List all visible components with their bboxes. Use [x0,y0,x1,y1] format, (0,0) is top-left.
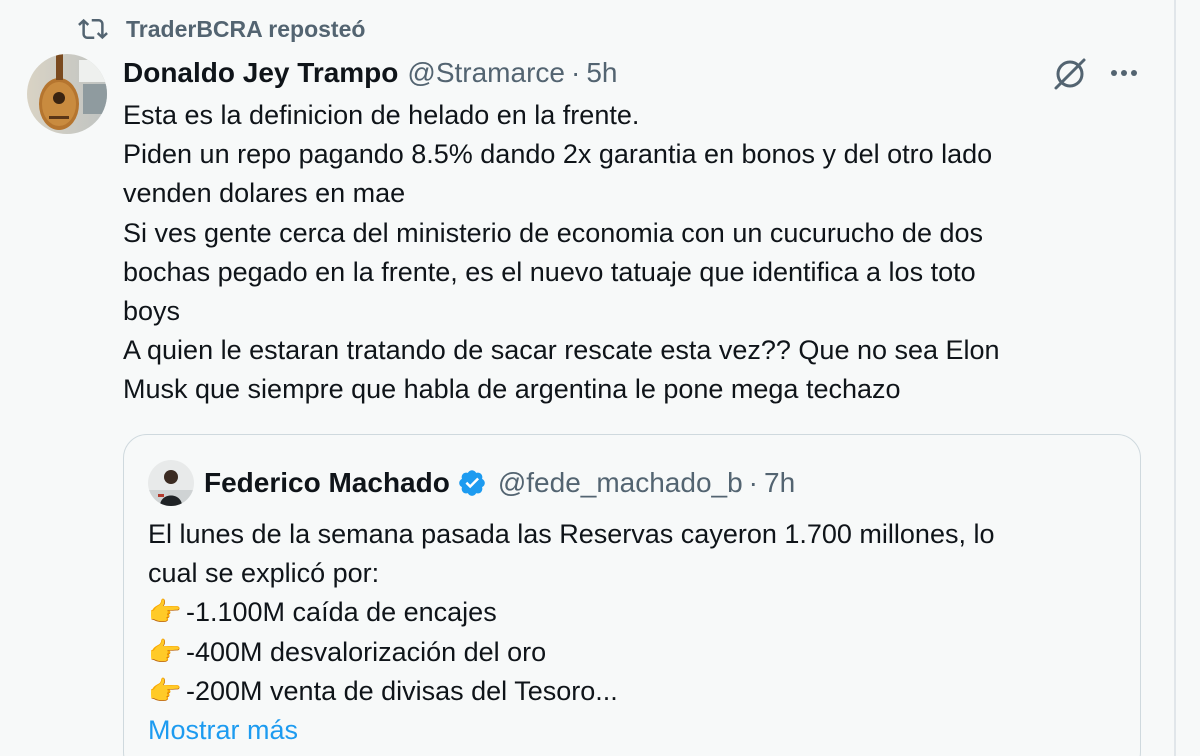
quoted-author-name[interactable]: Federico Machado [204,467,450,499]
verified-badge-icon [459,470,485,496]
quoted-author-handle[interactable]: @fede_machado_b [498,467,743,499]
quoted-tweet-body: El lunes de la semana pasada las Reserva… [148,515,1128,750]
quoted-author-avatar[interactable] [148,460,194,506]
pointing-hand-icon: 👉 [148,597,182,628]
separator-dot: · [570,57,581,88]
more-icon[interactable] [1104,58,1144,88]
tweet-header: Donaldo Jey Trampo @Stramarce · 5h [123,56,617,90]
author-name[interactable]: Donaldo Jey Trampo [123,57,398,89]
grok-icon[interactable] [1050,54,1090,94]
tweet-line: Si ves gente cerca del ministerio de eco… [123,217,983,248]
tweet-frame: TraderBCRA reposteó Donaldo Jey Trampo @… [0,0,1200,756]
tweet-line: boys [123,296,181,327]
repost-icon [78,18,108,40]
tweet-line: Piden un repo pagando 8.5% dando 2x gara… [123,139,993,170]
quoted-tweet-header: Federico Machado @fede_machado_b · 7h [204,466,795,500]
tweet-line: venden dolares en mae [123,178,406,209]
show-more-link[interactable]: Mostrar más [148,711,1128,750]
bullet-text: -400M desvalorización del oro [186,636,547,667]
tweet-line: Musk que siempre que habla de argentina … [123,374,901,405]
tweet-line: bochas pegado en la frente, es el nuevo … [123,256,976,287]
repost-label: TraderBCRA reposteó [126,15,366,42]
separator-dot: · [748,467,758,498]
tweet-line: A quien le estaran tratando de sacar res… [123,335,1000,366]
pointing-hand-icon: 👉 [148,636,182,667]
quoted-tweet-line: El lunes de la semana pasada las Reserva… [148,519,995,549]
tweet-line: Esta es la definicion de helado en la fr… [123,100,640,130]
pointing-hand-icon: 👉 [148,675,182,706]
tweet-timestamp[interactable]: 5h [586,57,617,89]
author-avatar[interactable] [27,54,107,134]
bullet-line: 👉 -200M venta de divisas del Tesoro... [148,672,1128,711]
bullet-line: 👉 -1.100M caída de encajes [148,593,1128,632]
quoted-tweet-card[interactable]: Federico Machado @fede_machado_b · 7h El… [123,434,1141,756]
bullet-line: 👉 -400M desvalorización del oro [148,633,1128,672]
timeline-border [1174,0,1176,756]
repost-indicator[interactable]: TraderBCRA reposteó [78,14,365,44]
bullet-text: -1.100M caída de encajes [186,597,497,628]
tweet-body: Esta es la definicion de helado en la fr… [123,96,1123,410]
quoted-tweet-timestamp[interactable]: 7h [764,467,795,499]
bullet-text: -200M venta de divisas del Tesoro... [186,675,618,706]
author-handle[interactable]: @Stramarce [407,57,565,89]
quoted-tweet-line: cual se explicó por: [148,558,380,589]
